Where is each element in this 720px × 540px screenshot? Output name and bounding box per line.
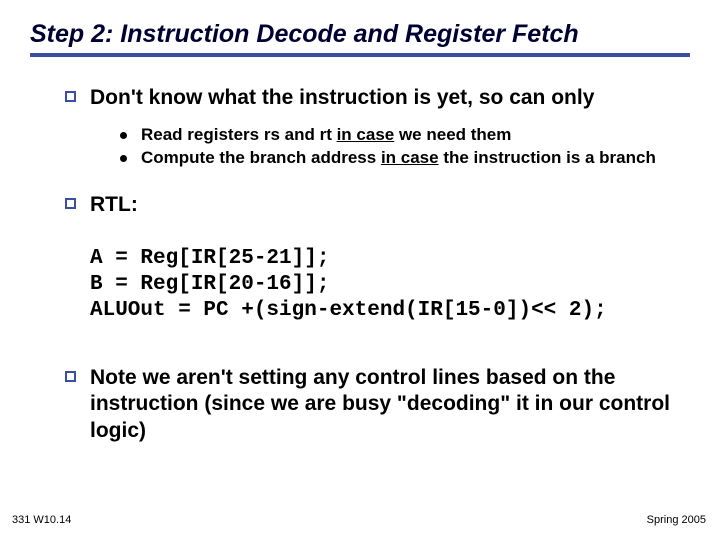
sub-bullet-text: Read registers rs and rt in case we need… — [141, 125, 511, 145]
list-item: Note we aren't setting any control lines… — [65, 365, 690, 444]
list-item: Don't know what the instruction is yet, … — [65, 85, 690, 111]
slide-title: Step 2: Instruction Decode and Register … — [30, 20, 690, 51]
dot-bullet-icon — [120, 155, 127, 162]
dot-bullet-icon — [120, 132, 127, 139]
bullet-text: Note we aren't setting any control lines… — [90, 365, 690, 444]
square-bullet-icon — [65, 371, 76, 382]
footer-slide-number: 331 W10.14 — [12, 514, 71, 526]
square-bullet-icon — [65, 91, 76, 102]
list-item: Compute the branch address in case the i… — [120, 148, 660, 168]
bullet-text: Don't know what the instruction is yet, … — [90, 85, 594, 111]
footer-date: Spring 2005 — [647, 514, 706, 526]
list-item: RTL: — [65, 192, 690, 218]
square-bullet-icon — [65, 198, 76, 209]
title-underline — [30, 53, 690, 57]
bullet-text: RTL: — [90, 192, 138, 218]
sub-bullet-text: Compute the branch address in case the i… — [141, 148, 656, 168]
list-item: Read registers rs and rt in case we need… — [120, 125, 660, 145]
rtl-code: A = Reg[IR[25-21]]; B = Reg[IR[20-16]]; … — [90, 246, 665, 323]
